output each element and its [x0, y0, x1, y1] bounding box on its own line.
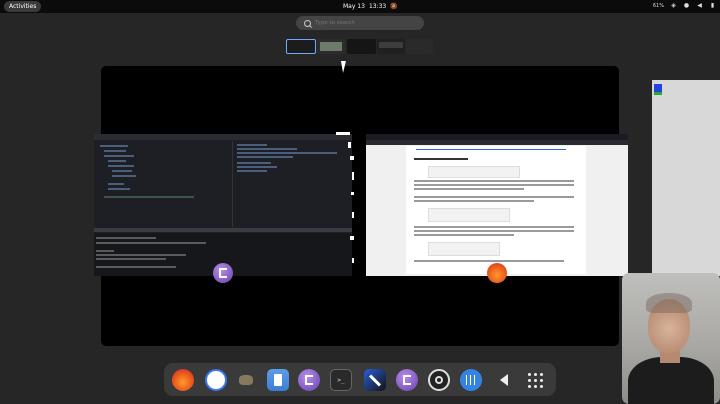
code-block	[428, 242, 500, 256]
code-line	[100, 145, 128, 147]
emacs-icon[interactable]	[298, 369, 320, 391]
code-line	[237, 166, 277, 168]
webcam-person-hair	[646, 293, 692, 313]
webcam-overlay	[622, 273, 720, 404]
emacs-window[interactable]	[94, 134, 352, 276]
window-thumbnail-icon	[654, 92, 662, 95]
battery-icon: ▮	[710, 2, 715, 9]
workspace-thumbnail-3[interactable]	[347, 39, 376, 54]
emacs-titlebar	[94, 134, 352, 140]
emacs-mode-line	[94, 228, 352, 232]
code-line	[237, 162, 271, 164]
firefox-icon[interactable]	[172, 369, 194, 391]
code-line	[237, 152, 337, 154]
emacs-code-pane	[94, 141, 230, 227]
network-icon: ◈	[671, 2, 676, 9]
dash: >_	[164, 363, 556, 396]
code-line	[112, 175, 136, 177]
gimp-icon[interactable]	[235, 369, 257, 391]
text-line	[414, 188, 524, 190]
notifications-off-icon: 🔕	[390, 3, 398, 10]
battery-percentage: 61%	[652, 2, 664, 9]
volume-icon: ◀	[697, 2, 702, 9]
crossover-icon[interactable]	[364, 369, 386, 391]
workspace-thumbnail-1[interactable]	[286, 39, 316, 54]
text-line	[414, 180, 574, 182]
signal-icon[interactable]	[205, 369, 227, 391]
breadcrumb	[416, 149, 566, 150]
code-line	[96, 266, 176, 268]
workspace-thumbnail-4[interactable]	[377, 39, 405, 54]
system-tray[interactable]: 61% ◈ ● ◀ ▮	[653, 2, 716, 9]
microphone-icon: ●	[683, 2, 690, 9]
code-line	[108, 183, 124, 185]
workspace-preview	[320, 42, 342, 51]
partial-window-right[interactable]	[652, 80, 720, 276]
code-line	[112, 170, 132, 172]
volume-icon[interactable]	[493, 369, 515, 391]
text-line	[414, 200, 534, 202]
firefox-address-bar[interactable]	[366, 140, 628, 145]
firefox-page-content	[406, 146, 586, 274]
webcam-person-body	[628, 357, 714, 404]
code-line	[96, 254, 186, 256]
firefox-app-badge-icon	[487, 263, 507, 283]
emacs-icon[interactable]	[396, 369, 418, 391]
clock-date: May 13	[343, 3, 365, 10]
text-line	[414, 196, 574, 198]
search-input[interactable]	[315, 20, 415, 26]
text-line	[414, 184, 574, 186]
search-icon	[304, 19, 311, 27]
code-line	[96, 250, 114, 252]
code-line	[237, 148, 297, 150]
text-line	[414, 234, 514, 236]
code-line	[96, 237, 156, 239]
code-line	[237, 144, 267, 146]
app-grid-icon[interactable]	[524, 369, 546, 391]
code-line	[104, 196, 194, 198]
obs-icon[interactable]	[428, 369, 450, 391]
section-heading	[414, 158, 468, 160]
mixer-icon[interactable]	[460, 369, 482, 391]
top-bar: Activities May 13 13:33 🔕 61% ◈ ● ◀ ▮	[0, 0, 720, 13]
text-line	[414, 230, 574, 232]
code-line	[96, 258, 166, 260]
text-line	[414, 226, 574, 228]
workspace-thumbnail-5[interactable]	[406, 39, 433, 54]
code-block	[428, 166, 520, 178]
code-line	[108, 160, 126, 162]
emacs-app-badge-icon	[213, 263, 233, 283]
code-line	[96, 242, 206, 244]
clock-time: 13:33	[368, 3, 387, 10]
code-line	[237, 156, 293, 158]
terminal-icon[interactable]: >_	[330, 369, 352, 391]
workspace-preview	[379, 42, 403, 48]
workspace-thumbnail-2[interactable]	[317, 39, 345, 54]
mouse-pointer-icon	[340, 61, 349, 73]
search-bar[interactable]	[296, 16, 424, 30]
code-line	[104, 155, 134, 157]
code-line	[104, 150, 126, 152]
code-block	[428, 208, 510, 222]
window-thumbnail-icon	[654, 84, 662, 92]
code-line	[108, 188, 130, 190]
terminal-glyph: >_	[337, 376, 345, 384]
glitch-artifact	[332, 132, 354, 280]
activities-button[interactable]: Activities	[4, 1, 42, 12]
code-line	[108, 165, 134, 167]
files-icon[interactable]	[267, 369, 289, 391]
code-line	[237, 170, 267, 172]
clock[interactable]: May 13 13:33 🔕	[343, 3, 402, 10]
text-line	[414, 260, 564, 262]
firefox-window[interactable]	[366, 134, 628, 276]
